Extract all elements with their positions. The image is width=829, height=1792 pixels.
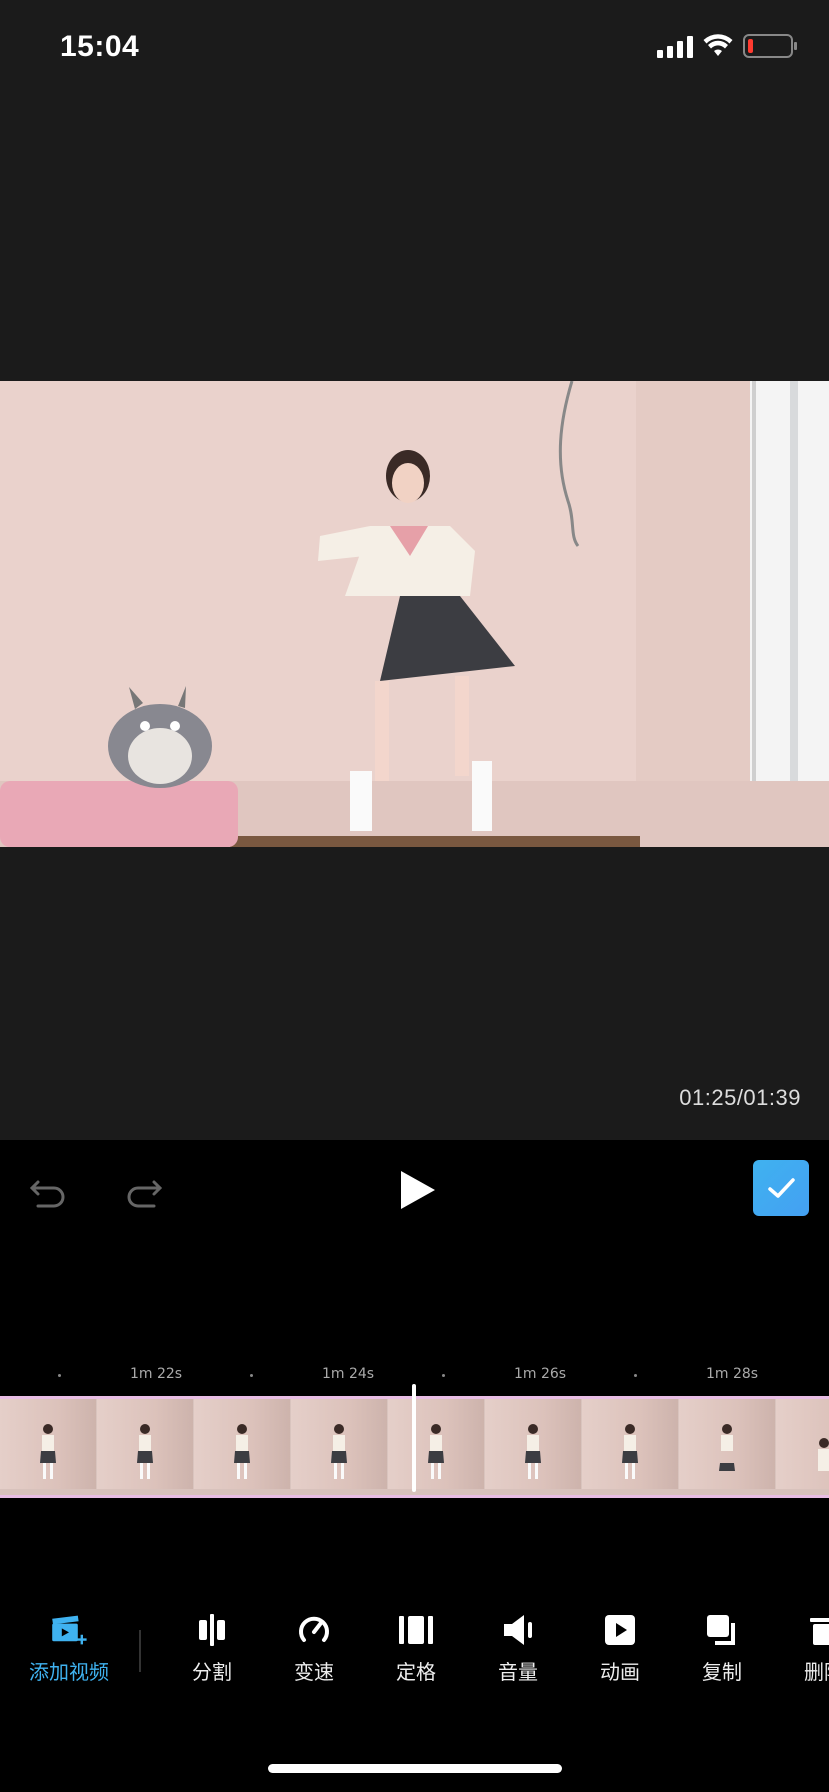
wifi-icon (703, 34, 733, 56)
cellular-signal-icon (657, 34, 693, 58)
ruler-label: 1m 28s (705, 1366, 759, 1382)
status-time: 15:04 (60, 30, 140, 63)
delete-button[interactable]: 删除 (779, 1610, 829, 1685)
battery-icon (743, 34, 797, 58)
copy-button[interactable]: 复制 (677, 1610, 767, 1685)
speed-icon (299, 1616, 329, 1642)
track-thumbnail (582, 1399, 679, 1489)
home-indicator (268, 1764, 562, 1773)
video-still-image (0, 381, 829, 847)
track-thumbnail (291, 1399, 388, 1489)
tool-label: 定格 (396, 1660, 436, 1684)
add-video-button[interactable]: 添加视频 (24, 1610, 114, 1685)
track-thumbnail (679, 1399, 776, 1489)
speed-button[interactable]: 变速 (269, 1610, 359, 1685)
track-thumbnail (776, 1399, 829, 1489)
tool-label: 分割 (192, 1660, 232, 1684)
ruler-label: 1m 24s (321, 1366, 375, 1382)
copy-icon (707, 1615, 735, 1645)
volume-button[interactable]: 音量 (473, 1610, 563, 1685)
playhead[interactable] (412, 1384, 416, 1492)
volume-icon (504, 1615, 532, 1645)
play-icon[interactable] (395, 1168, 439, 1212)
toolbar-divider (139, 1630, 141, 1672)
animation-icon (605, 1615, 635, 1645)
video-frame[interactable] (0, 381, 829, 847)
split-icon (199, 1614, 225, 1646)
tool-label: 动画 (600, 1660, 640, 1684)
split-button[interactable]: 分割 (167, 1610, 257, 1685)
delete-icon (810, 1618, 829, 1645)
add-video-icon (52, 1615, 87, 1645)
track-thumbnail (0, 1399, 97, 1489)
tool-label: 复制 (702, 1660, 742, 1684)
ruler-label: 1m 22s (129, 1366, 183, 1382)
edit-toolbar: 添加视频 分割 变速 定格 音量 动画 复制 删 (0, 1610, 829, 1690)
confirm-button[interactable] (753, 1160, 809, 1216)
track-thumbnail (194, 1399, 291, 1489)
tool-label: 添加视频 (29, 1660, 109, 1684)
status-bar: 15:04 (0, 0, 829, 100)
track-thumbnail (388, 1399, 485, 1489)
undo-icon[interactable] (28, 1170, 68, 1210)
playback-controls (0, 1140, 829, 1240)
tool-label: 音量 (498, 1660, 538, 1684)
status-icons (657, 34, 797, 58)
video-preview: 01:25/01:39 (0, 100, 829, 1140)
ruler-label: 1m 26s (513, 1366, 567, 1382)
checkmark-icon (768, 1178, 795, 1198)
track-thumbnail (97, 1399, 194, 1489)
redo-icon[interactable] (124, 1170, 164, 1210)
time-readout: 01:25/01:39 (679, 1085, 801, 1110)
freeze-icon (399, 1616, 433, 1644)
freeze-button[interactable]: 定格 (371, 1610, 461, 1685)
track-thumbnail (485, 1399, 582, 1489)
tool-label: 变速 (294, 1660, 334, 1684)
animation-button[interactable]: 动画 (575, 1610, 665, 1685)
tool-label: 删除 (804, 1660, 829, 1684)
